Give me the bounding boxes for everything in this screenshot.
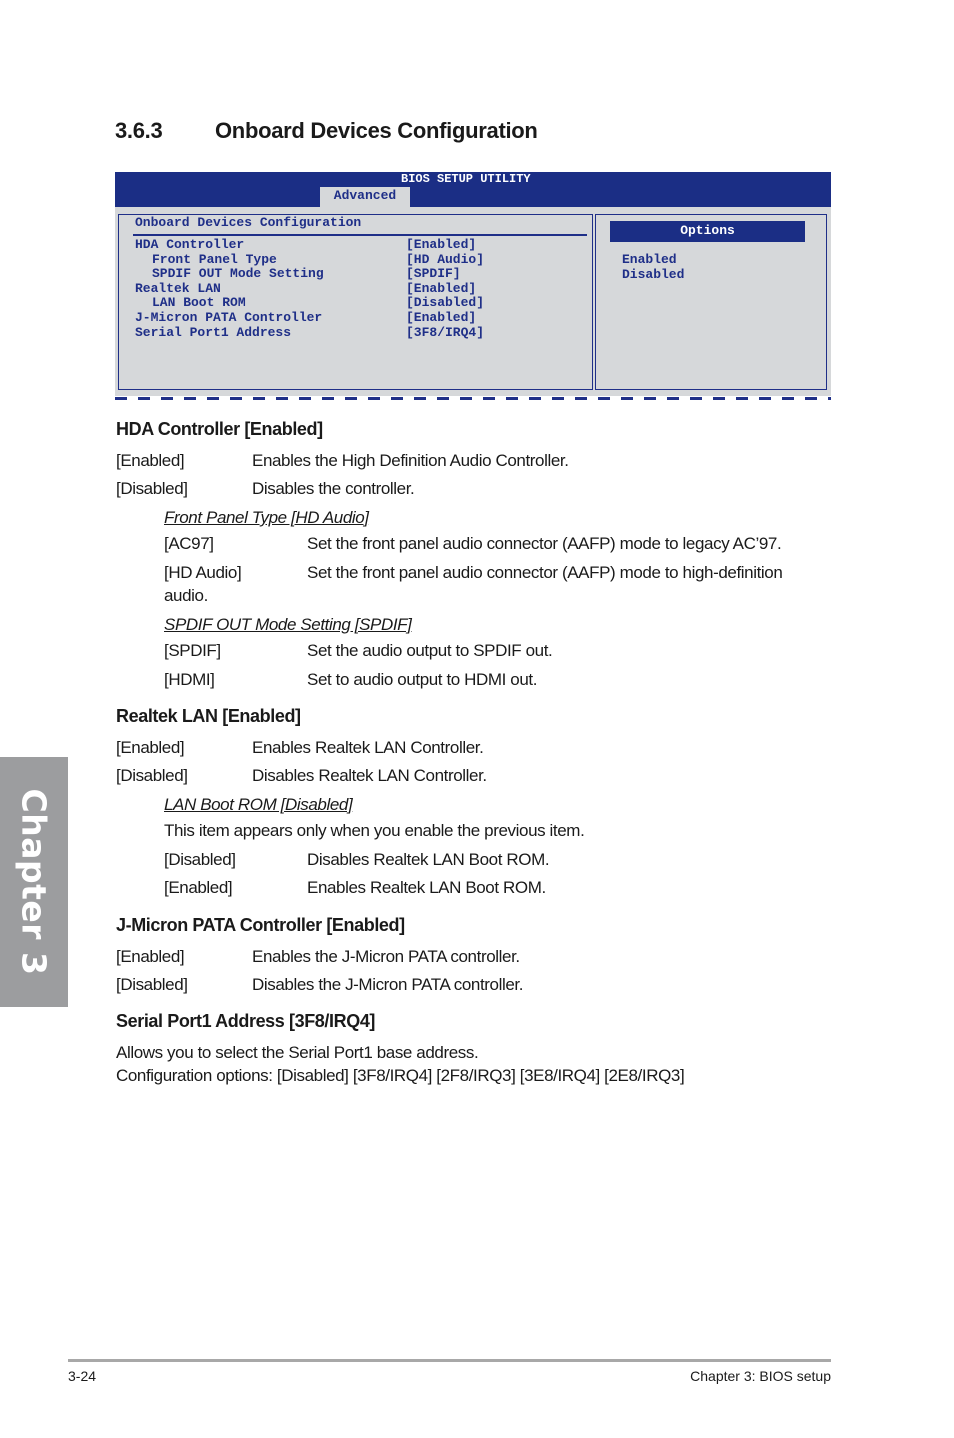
option-key: [HD Audio] [164,563,242,582]
option-key: [Disabled] [164,850,236,869]
option-desc: Disables the controller. [252,479,415,498]
bios-options-header: Options [610,221,805,242]
section-title-text: Onboard Devices Configuration [215,118,538,143]
bios-item-spdif-out-mode[interactable]: SPDIF OUT Mode Setting [SPDIF] [135,266,461,282]
subheading-lan-boot-rom: LAN Boot ROM [Disabled] [164,795,353,814]
option-key: [Enabled] [116,947,185,966]
heading-serial-port1: Serial Port1 Address [3F8/IRQ4] [116,1011,376,1031]
option-key: [SPDIF] [164,641,221,660]
bios-item-value: [SPDIF] [406,266,461,282]
bios-item-label: J-Micron PATA Controller [135,310,323,325]
bios-item-value: [Disabled] [406,295,485,311]
section-number: 3.6.3 [115,118,163,143]
bios-item-lan-boot-rom[interactable]: LAN Boot ROM [Disabled] [135,296,484,311]
bios-item-value: [Enabled] [406,280,477,296]
bios-item-label: Front Panel Type [152,251,277,267]
subheading-spdif-out-mode: SPDIF OUT Mode Setting [SPDIF] [164,615,412,634]
option-key: [Disabled] [116,766,188,785]
option-key: [HDMI] [164,670,215,689]
chapter-side-tab: Chapter 3 [0,757,68,1007]
option-key: [Enabled] [116,451,185,470]
option-desc: Set to audio output to HDMI out. [307,670,538,689]
option-desc: Enables Realtek LAN Controller. [252,738,484,757]
option-desc: Enables Realtek LAN Boot ROM. [307,878,546,897]
bios-option-enabled[interactable]: Enabled [622,252,677,268]
bios-item-value: [Enabled] [406,237,477,252]
bios-item-label: HDA Controller [135,237,245,252]
option-desc: Set the front panel audio connector (AAF… [307,534,782,553]
bios-screenshot: BIOS SETUP UTILITY Advanced Onboard Devi… [115,172,831,404]
bios-item-front-panel-type[interactable]: Front Panel Type [HD Audio] [135,251,485,268]
footer-divider [68,1359,831,1362]
bios-item-hda-controller[interactable]: HDA Controller [Enabled] [135,237,477,253]
bios-item-value: [Enabled] [406,310,477,325]
heading-jmicron-pata: J-Micron PATA Controller [Enabled] [116,915,405,935]
option-desc: Enables the High Definition Audio Contro… [252,451,569,470]
bios-item-value: [3F8/IRQ4] [406,324,485,340]
option-desc: Set the front panel audio connector (AAF… [307,563,783,582]
bios-item-label: Serial Port1 Address [135,324,292,340]
option-key: [Disabled] [116,975,188,994]
bios-item-serial-port1[interactable]: Serial Port1 Address [3F8/IRQ4] [135,324,485,341]
option-desc: Set the audio output to SPDIF out. [307,641,553,660]
option-desc-wrap: audio. [164,586,208,605]
chapter-side-label: Chapter 3 [14,788,54,976]
option-desc: Disables Realtek LAN Controller. [252,766,487,785]
bios-option-disabled[interactable]: Disabled [622,267,684,283]
bios-item-realtek-lan[interactable]: Realtek LAN [Enabled] [135,280,477,297]
note-text: This item appears only when you enable t… [164,821,585,840]
option-key: [Enabled] [164,878,233,897]
footer-chapter: Chapter 3: BIOS setup [690,1368,831,1384]
bios-tab-advanced[interactable]: Advanced [320,187,410,207]
option-desc: Enables the J-Micron PATA controller. [252,947,520,966]
bios-item-label: SPDIF OUT Mode Setting [152,266,324,282]
bios-panel-title: Onboard Devices Configuration [135,215,362,230]
option-key: [Disabled] [116,479,188,498]
option-key: [AC97] [164,534,214,553]
bios-item-label: Realtek LAN [135,280,221,296]
option-desc: Disables the J-Micron PATA controller. [252,975,524,994]
option-desc: Disables Realtek LAN Boot ROM. [307,850,550,869]
section-title: 3.6.3 Onboard Devices Configuration [115,118,538,144]
serial-description: Allows you to select the Serial Port1 ba… [116,1043,479,1062]
subheading-front-panel-type: Front Panel Type [HD Audio] [164,508,369,527]
page-number: 3-24 [68,1368,97,1384]
serial-config-options: Configuration options: [Disabled] [3F8/I… [116,1066,685,1085]
bios-dashed-border [115,397,831,400]
bios-item-label: LAN Boot ROM [152,295,246,311]
bios-divider [133,234,587,236]
heading-hda-controller: HDA Controller [Enabled] [116,419,323,439]
bios-title: BIOS SETUP UTILITY [401,172,531,186]
heading-realtek-lan: Realtek LAN [Enabled] [116,706,301,726]
bios-item-jmicron-pata[interactable]: J-Micron PATA Controller [Enabled] [135,310,477,326]
option-key: [Enabled] [116,738,185,757]
bios-item-value: [HD Audio] [406,251,485,267]
